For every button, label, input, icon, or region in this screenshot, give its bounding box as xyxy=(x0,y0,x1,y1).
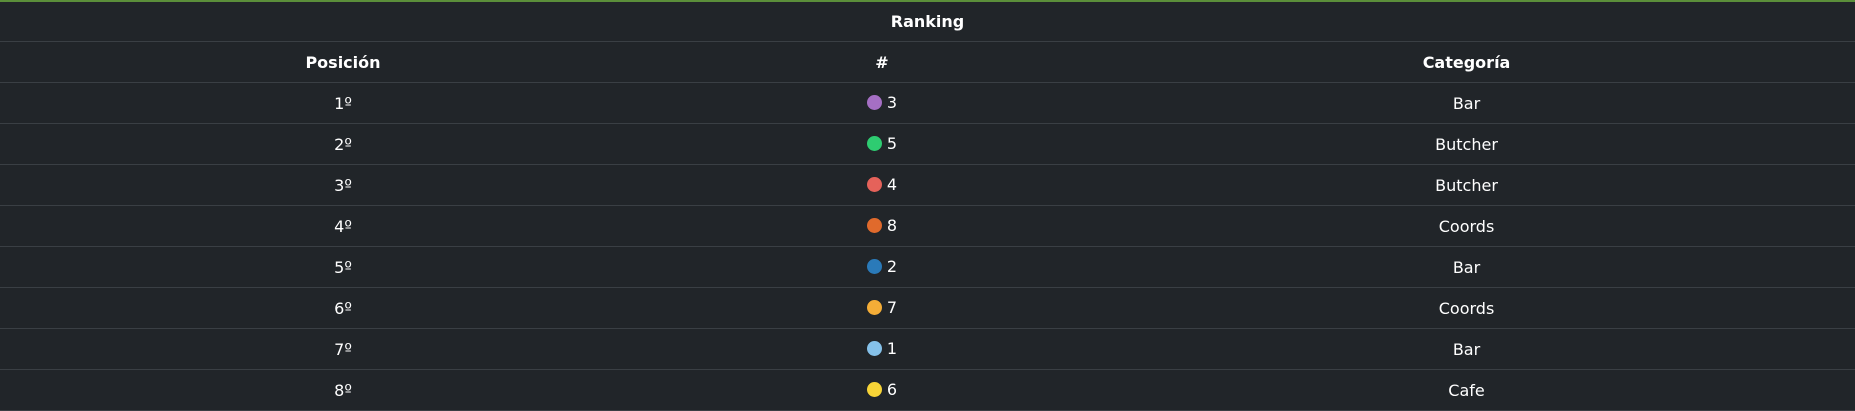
color-dot-icon xyxy=(866,135,882,151)
number-cell: 4 xyxy=(686,164,1078,206)
table-body: 1º 3 Bar 2º 5 Butcher 3º 4 Butcher 4º 8 Coords 5º 2 Ba… xyxy=(0,82,1855,411)
table-title: Ranking xyxy=(0,2,1855,42)
table-header-row: Posición # Categoría xyxy=(0,41,1855,83)
position-cell: 8º xyxy=(0,369,686,411)
table-row[interactable]: 8º 6 Cafe xyxy=(0,369,1855,411)
category-cell: Coords xyxy=(1078,287,1855,329)
number-badge: 4 xyxy=(866,174,898,194)
number-value: 6 xyxy=(886,379,898,399)
number-badge: 5 xyxy=(866,133,898,153)
number-cell: 5 xyxy=(686,123,1078,165)
position-cell: 4º xyxy=(0,205,686,247)
number-cell: 1 xyxy=(686,328,1078,370)
number-cell: 2 xyxy=(686,246,1078,288)
color-dot-icon xyxy=(866,217,882,233)
category-cell: Butcher xyxy=(1078,123,1855,165)
category-cell: Bar xyxy=(1078,82,1855,124)
number-cell: 7 xyxy=(686,287,1078,329)
number-badge: 1 xyxy=(866,338,898,358)
column-header-category[interactable]: Categoría xyxy=(1078,41,1855,83)
number-badge: 3 xyxy=(866,92,898,112)
number-badge: 6 xyxy=(866,379,898,399)
position-cell: 6º xyxy=(0,287,686,329)
ranking-table: Ranking Posición # Categoría 1º 3 Bar 2º 5 Bu… xyxy=(0,2,1855,411)
category-cell: Cafe xyxy=(1078,369,1855,411)
number-cell: 8 xyxy=(686,205,1078,247)
number-badge: 8 xyxy=(866,215,898,235)
number-value: 4 xyxy=(886,174,898,194)
category-cell: Butcher xyxy=(1078,164,1855,206)
category-cell: Bar xyxy=(1078,328,1855,370)
color-dot-icon xyxy=(866,299,882,315)
position-cell: 7º xyxy=(0,328,686,370)
table-row[interactable]: 5º 2 Bar xyxy=(0,246,1855,288)
column-header-number[interactable]: # xyxy=(686,41,1078,83)
column-header-position[interactable]: Posición xyxy=(0,41,686,83)
number-badge: 7 xyxy=(866,297,898,317)
color-dot-icon xyxy=(866,340,882,356)
color-dot-icon xyxy=(866,176,882,192)
position-cell: 5º xyxy=(0,246,686,288)
table-row[interactable]: 6º 7 Coords xyxy=(0,287,1855,329)
category-cell: Bar xyxy=(1078,246,1855,288)
color-dot-icon xyxy=(866,381,882,397)
color-dot-icon xyxy=(866,258,882,274)
number-cell: 6 xyxy=(686,369,1078,411)
number-value: 5 xyxy=(886,133,898,153)
number-value: 1 xyxy=(886,338,898,358)
number-value: 3 xyxy=(886,92,898,112)
table-row[interactable]: 4º 8 Coords xyxy=(0,205,1855,247)
table-row[interactable]: 7º 1 Bar xyxy=(0,328,1855,370)
category-cell: Coords xyxy=(1078,205,1855,247)
number-value: 7 xyxy=(886,297,898,317)
position-cell: 3º xyxy=(0,164,686,206)
position-cell: 1º xyxy=(0,82,686,124)
table-row[interactable]: 3º 4 Butcher xyxy=(0,164,1855,206)
color-dot-icon xyxy=(866,94,882,110)
number-value: 8 xyxy=(886,215,898,235)
table-row[interactable]: 2º 5 Butcher xyxy=(0,123,1855,165)
table-title-row: Ranking xyxy=(0,2,1855,42)
number-value: 2 xyxy=(886,256,898,276)
table-row[interactable]: 1º 3 Bar xyxy=(0,82,1855,124)
number-cell: 3 xyxy=(686,82,1078,124)
number-badge: 2 xyxy=(866,256,898,276)
position-cell: 2º xyxy=(0,123,686,165)
